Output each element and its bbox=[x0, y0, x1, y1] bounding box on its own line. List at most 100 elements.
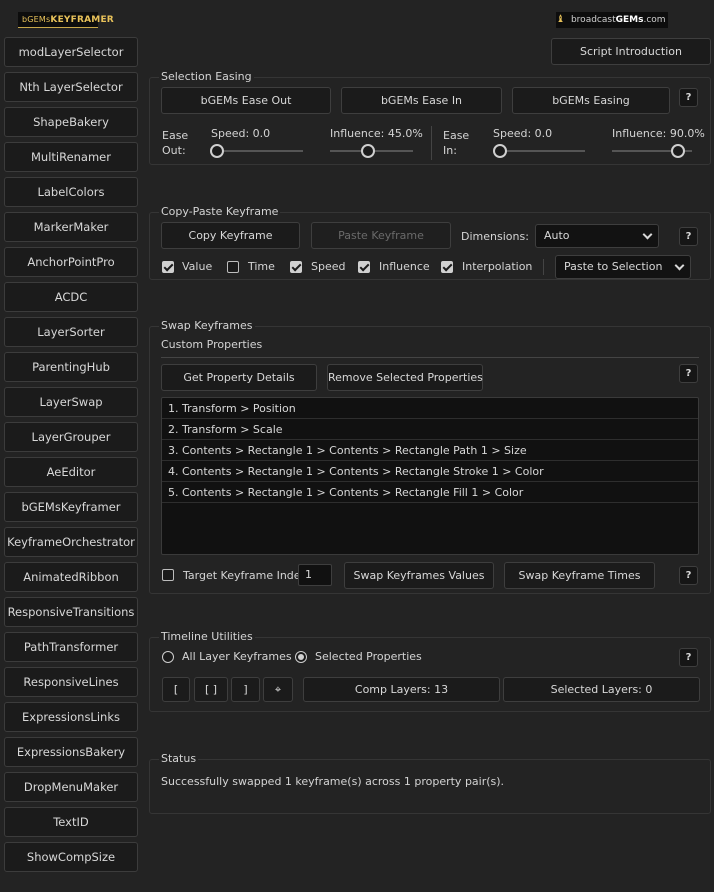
selection-easing-help-button[interactable]: ? bbox=[679, 88, 698, 107]
influence-checkbox-label: Influence bbox=[379, 260, 430, 273]
value-checkbox[interactable] bbox=[162, 261, 174, 273]
comp-layers-count[interactable]: Comp Layers: 13 bbox=[303, 677, 500, 702]
speed-checkbox-label: Speed bbox=[311, 260, 346, 273]
interpolation-checkbox[interactable] bbox=[441, 261, 453, 273]
sidebar-item-anchorpointpro[interactable]: AnchorPointPro bbox=[4, 247, 138, 277]
ease-out-label-line2: Out: bbox=[162, 144, 186, 157]
script-introduction-button[interactable]: Script Introduction bbox=[551, 38, 711, 65]
center-keyframe-icon[interactable]: ⌖ bbox=[263, 677, 293, 702]
logo-right-bold: GEMs bbox=[615, 15, 644, 25]
selected-properties-radio[interactable] bbox=[295, 651, 307, 663]
swap-keyframe-times-button[interactable]: Swap Keyframe Times bbox=[504, 562, 655, 589]
paste-mode-value: Paste to Selection bbox=[564, 260, 663, 273]
sidebar-item-pathtransformer[interactable]: PathTransformer bbox=[4, 632, 138, 662]
sidebar-item-multirenamer[interactable]: MultiRenamer bbox=[4, 142, 138, 172]
ease-out-label-line1: Ease bbox=[162, 129, 189, 142]
selected-properties-label: Selected Properties bbox=[315, 650, 422, 663]
swap-help-button[interactable]: ? bbox=[679, 364, 698, 383]
copy-paste-help-button[interactable]: ? bbox=[679, 227, 698, 246]
get-property-details-button[interactable]: Get Property Details bbox=[161, 364, 317, 391]
sidebar-item-responsivetransitions[interactable]: ResponsiveTransitions bbox=[4, 597, 138, 627]
status-title: Status bbox=[159, 752, 199, 765]
swap-keyframes-title: Swap Keyframes bbox=[159, 319, 255, 332]
sidebar-item-acdc[interactable]: ACDC bbox=[4, 282, 138, 312]
ease-out-speed-slider-track bbox=[211, 150, 303, 152]
custom-properties-divider bbox=[161, 357, 699, 358]
time-checkbox[interactable] bbox=[227, 261, 239, 273]
sidebar-item-layergrouper[interactable]: LayerGrouper bbox=[4, 422, 138, 452]
speed-checkbox[interactable] bbox=[290, 261, 302, 273]
gem-logo-icon: ♝ bbox=[556, 14, 565, 25]
copy-paste-separator bbox=[543, 259, 544, 275]
ease-in-label-line2: In: bbox=[443, 144, 457, 157]
dimensions-value: Auto bbox=[544, 229, 570, 242]
swap-keyframes-values-button[interactable]: Swap Keyframes Values bbox=[344, 562, 494, 589]
custom-properties-label: Custom Properties bbox=[161, 338, 263, 351]
paste-keyframe-button[interactable]: Paste Keyframe bbox=[311, 222, 451, 249]
influence-checkbox[interactable] bbox=[358, 261, 370, 273]
ease-out-button[interactable]: bGEMs Ease Out bbox=[161, 87, 331, 114]
ease-in-button[interactable]: bGEMs Ease In bbox=[341, 87, 502, 114]
sidebar-item-shapebakery[interactable]: ShapeBakery bbox=[4, 107, 138, 137]
sidebar-item-showcompsize[interactable]: ShowCompSize bbox=[4, 842, 138, 872]
sidebar: modLayerSelector Nth LayerSelector Shape… bbox=[4, 37, 139, 877]
logo-right-prefix: broadcast bbox=[570, 15, 616, 25]
selection-easing-title: Selection Easing bbox=[159, 70, 254, 83]
target-keyframe-index-checkbox[interactable] bbox=[162, 569, 174, 581]
sidebar-item-aeeditor[interactable]: AeEditor bbox=[4, 457, 138, 487]
sidebar-item-textid[interactable]: TextID bbox=[4, 807, 138, 837]
list-item[interactable]: 5. Contents > Rectangle 1 > Contents > R… bbox=[162, 482, 698, 503]
copy-paste-title: Copy-Paste Keyframe bbox=[159, 205, 281, 218]
sidebar-item-modlayerselector[interactable]: modLayerSelector bbox=[4, 37, 138, 67]
selected-layers-count[interactable]: Selected Layers: 0 bbox=[503, 677, 700, 702]
broadcastgems-logo[interactable]: ♝ broadcastGEMs.com bbox=[556, 12, 668, 28]
header-bar: bGEMsKEYFRAMER ♝ broadcastGEMs.com bbox=[18, 12, 668, 28]
list-item[interactable]: 3. Contents > Rectangle 1 > Contents > R… bbox=[162, 440, 698, 461]
ease-in-influence-label: Influence: 90.0% bbox=[612, 127, 705, 140]
ease-out-speed-slider-thumb[interactable] bbox=[210, 144, 224, 158]
dimensions-label: Dimensions: bbox=[461, 230, 529, 243]
ease-in-label-line1: Ease bbox=[443, 129, 470, 142]
list-item[interactable]: 1. Transform > Position bbox=[162, 398, 698, 419]
sidebar-item-nth-layerselector[interactable]: Nth LayerSelector bbox=[4, 72, 138, 102]
list-item[interactable]: 2. Transform > Scale bbox=[162, 419, 698, 440]
logo-left-small-text: bGEMs bbox=[22, 15, 51, 24]
sidebar-item-dropmenumaker[interactable]: DropMenuMaker bbox=[4, 772, 138, 802]
timeline-utilities-title: Timeline Utilities bbox=[159, 630, 255, 643]
go-to-first-keyframe-button[interactable]: [ bbox=[162, 677, 190, 702]
sidebar-item-expressionslinks[interactable]: ExpressionsLinks bbox=[4, 702, 138, 732]
ease-in-speed-slider-thumb[interactable] bbox=[493, 144, 507, 158]
easing-separator bbox=[431, 126, 432, 160]
time-checkbox-label: Time bbox=[248, 260, 275, 273]
chevron-down-icon bbox=[642, 229, 653, 240]
list-item[interactable]: 4. Contents > Rectangle 1 > Contents > R… bbox=[162, 461, 698, 482]
sidebar-item-expressionsbakery[interactable]: ExpressionsBakery bbox=[4, 737, 138, 767]
sidebar-item-keyframeorchestrator[interactable]: KeyframeOrchestrator bbox=[4, 527, 138, 557]
sidebar-item-bgemskeyframer[interactable]: bGEMsKeyframer bbox=[4, 492, 138, 522]
paste-mode-dropdown[interactable]: Paste to Selection bbox=[555, 255, 691, 279]
sidebar-item-layersorter[interactable]: LayerSorter bbox=[4, 317, 138, 347]
copy-keyframe-button[interactable]: Copy Keyframe bbox=[161, 222, 300, 249]
timeline-help-button[interactable]: ? bbox=[679, 648, 698, 667]
sidebar-item-labelcolors[interactable]: LabelColors bbox=[4, 177, 138, 207]
logo-left-big-text: KEYFRAMER bbox=[50, 15, 114, 25]
ease-out-influence-label: Influence: 45.0% bbox=[330, 127, 423, 140]
swap-times-help-button[interactable]: ? bbox=[679, 566, 698, 585]
status-message: Successfully swapped 1 keyframe(s) acros… bbox=[161, 775, 505, 788]
custom-properties-list[interactable]: 1. Transform > Position 2. Transform > S… bbox=[161, 397, 699, 555]
all-layer-keyframes-radio[interactable] bbox=[162, 651, 174, 663]
easing-button[interactable]: bGEMs Easing bbox=[512, 87, 670, 114]
sidebar-item-markermaker[interactable]: MarkerMaker bbox=[4, 212, 138, 242]
sidebar-item-parentinghub[interactable]: ParentingHub bbox=[4, 352, 138, 382]
ease-out-speed-label: Speed: 0.0 bbox=[211, 127, 271, 140]
sidebar-item-layerswap[interactable]: LayerSwap bbox=[4, 387, 138, 417]
chevron-down-icon bbox=[674, 260, 685, 271]
go-to-last-keyframe-button[interactable]: ] bbox=[231, 677, 260, 702]
dimensions-dropdown[interactable]: Auto bbox=[535, 224, 659, 248]
ease-out-influence-slider-thumb[interactable] bbox=[361, 144, 376, 158]
remove-selected-properties-button[interactable]: Remove Selected Properties bbox=[327, 364, 483, 391]
select-keyframe-range-button[interactable]: [ ] bbox=[194, 677, 228, 702]
sidebar-item-animatedribbon[interactable]: AnimatedRibbon bbox=[4, 562, 138, 592]
sidebar-item-responsivelines[interactable]: ResponsiveLines bbox=[4, 667, 138, 697]
target-keyframe-index-input[interactable]: 1 bbox=[298, 564, 332, 586]
